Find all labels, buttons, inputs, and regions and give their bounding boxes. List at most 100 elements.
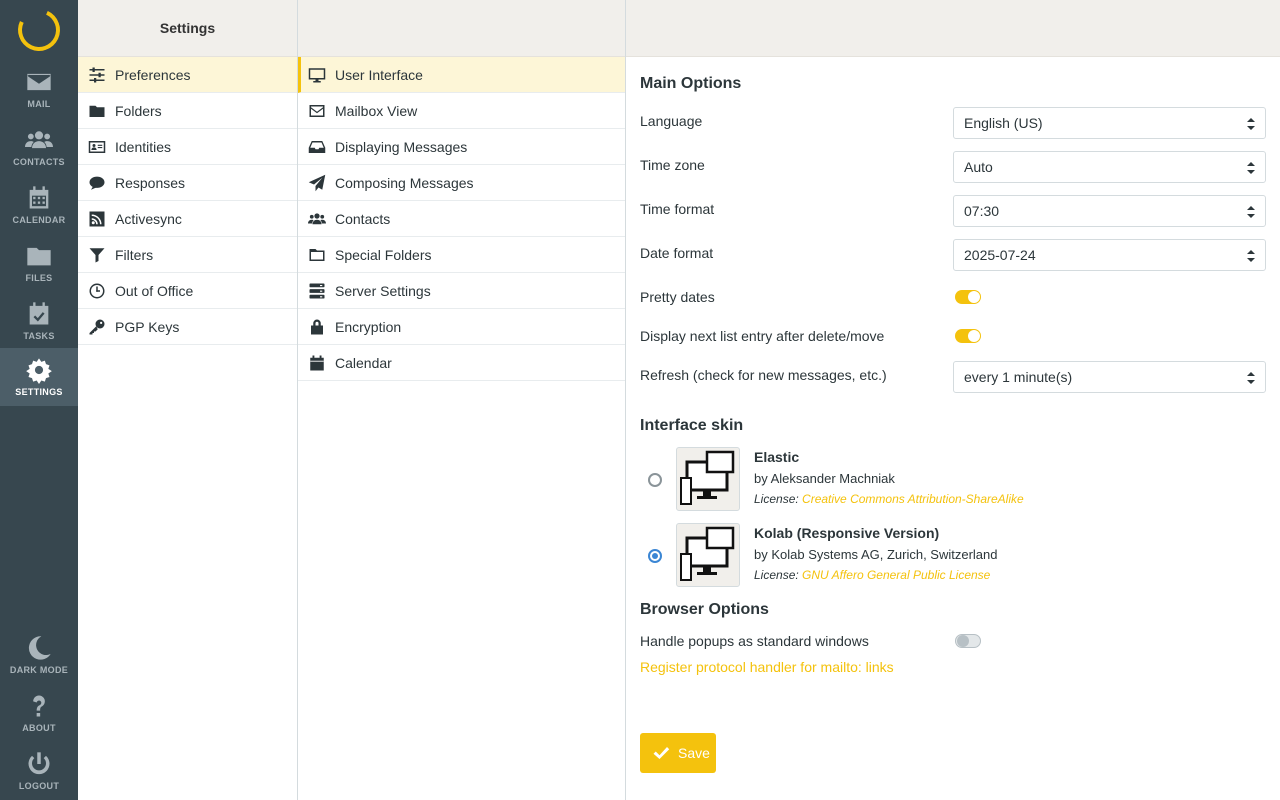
paper-plane-icon (308, 174, 326, 191)
settings-item-label: Folders (115, 102, 162, 119)
settings-header: Settings (78, 0, 297, 57)
rail-files[interactable]: FILES (0, 234, 78, 292)
envelope-icon (309, 104, 325, 117)
skin-thumbnail-kolab[interactable] (676, 523, 740, 587)
rail-dark-mode[interactable]: DARK MODE (0, 626, 78, 684)
skin-preview-icon (680, 450, 735, 505)
rail-label: MAIL (27, 99, 51, 109)
skin-preview-icon (680, 526, 735, 581)
rail-label: LOGOUT (18, 781, 60, 791)
rail-label: CALENDAR (12, 215, 66, 225)
moon-icon (28, 636, 51, 660)
rail-settings[interactable]: SETTINGS (0, 348, 78, 406)
calendar-icon (29, 186, 49, 209)
mail-icon (27, 73, 51, 91)
rail-logout[interactable]: LOGOUT (0, 742, 78, 800)
settings-item-activesync[interactable]: Activesync (78, 201, 297, 237)
comment-icon (89, 176, 105, 190)
section-mailbox-view[interactable]: Mailbox View (298, 93, 625, 129)
language-label: Language (640, 113, 703, 129)
pretty-dates-toggle[interactable] (955, 289, 981, 304)
select-arrows-icon (1247, 372, 1255, 384)
logo-ring (12, 3, 66, 57)
rail-label: TASKS (23, 331, 55, 341)
skin-thumbnail-elastic[interactable] (676, 447, 740, 511)
rail-mail[interactable]: MAIL (0, 60, 78, 118)
skin-radio-kolab[interactable] (648, 549, 662, 563)
skin-author: by Kolab Systems AG, Zurich, Switzerland (754, 547, 998, 562)
settings-item-label: Out of Office (115, 282, 194, 299)
browser-options-title: Browser Options (640, 601, 769, 618)
settings-item-responses[interactable]: Responses (78, 165, 297, 201)
popups-label: Handle popups as standard windows (640, 633, 869, 649)
section-contacts[interactable]: Contacts (298, 201, 625, 237)
popups-toggle[interactable] (955, 634, 981, 648)
interface-skin-title: Interface skin (640, 417, 744, 434)
monitor-icon (308, 67, 326, 82)
sections-header (298, 0, 625, 57)
settings-item-preferences[interactable]: Preferences (78, 57, 297, 93)
tasks-icon (29, 302, 49, 325)
settings-item-label: Activesync (115, 210, 182, 227)
section-special-folders[interactable]: Special Folders (298, 237, 625, 273)
skin-option-elastic: Elastic by Aleksander Machniak License: … (640, 447, 1266, 523)
settings-item-folders[interactable]: Folders (78, 93, 297, 129)
settings-list-panel: Settings Preferences Folders Identities … (78, 0, 298, 800)
skin-name: Elastic (754, 449, 800, 465)
section-encryption[interactable]: Encryption (298, 309, 625, 345)
section-label: Calendar (335, 354, 392, 371)
form-header (626, 0, 1280, 57)
settings-item-out-of-office[interactable]: Out of Office (78, 273, 297, 309)
app-logo[interactable] (0, 0, 78, 60)
section-label: Composing Messages (335, 174, 474, 191)
contacts-icon (25, 131, 53, 149)
rail-calendar[interactable]: CALENDAR (0, 176, 78, 234)
main-options-title: Main Options (640, 75, 742, 92)
date-format-row: Date format 2025-07-24 (640, 233, 1266, 277)
question-icon (33, 695, 45, 717)
section-label: Contacts (335, 210, 391, 227)
settings-item-filters[interactable]: Filters (78, 237, 297, 273)
save-button[interactable]: Save (640, 733, 716, 773)
skin-name: Kolab (Responsive Version) (754, 525, 940, 541)
next-entry-toggle[interactable] (955, 328, 981, 343)
section-composing-messages[interactable]: Composing Messages (298, 165, 625, 201)
refresh-value: every 1 minute(s) (964, 369, 1073, 385)
skin-radio-elastic[interactable] (648, 473, 662, 487)
rss-icon (89, 211, 105, 226)
key-icon (89, 319, 105, 334)
section-server-settings[interactable]: Server Settings (298, 273, 625, 309)
date-format-label: Date format (640, 245, 714, 261)
app-rail: MAIL CONTACTS CALENDAR FILES TASKS SETTI… (0, 0, 78, 800)
rail-contacts[interactable]: CONTACTS (0, 118, 78, 176)
settings-item-label: Preferences (115, 66, 191, 83)
refresh-select[interactable]: every 1 minute(s) (953, 361, 1266, 393)
section-displaying-messages[interactable]: Displaying Messages (298, 129, 625, 165)
section-label: Special Folders (335, 246, 432, 263)
section-calendar[interactable]: Calendar (298, 345, 625, 381)
skin-license-link[interactable]: GNU Affero General Public License (802, 568, 990, 582)
rail-tasks[interactable]: TASKS (0, 292, 78, 350)
section-user-interface[interactable]: User Interface (298, 57, 625, 93)
power-icon (28, 752, 50, 775)
rail-about[interactable]: ABOUT (0, 684, 78, 742)
timezone-select[interactable]: Auto (953, 151, 1266, 183)
time-format-select[interactable]: 07:30 (953, 195, 1266, 227)
section-label: Displaying Messages (335, 138, 468, 155)
select-arrows-icon (1247, 206, 1255, 218)
section-label: Mailbox View (335, 102, 418, 119)
clock-icon (89, 283, 105, 298)
register-protocol-link[interactable]: Register protocol handler for mailto: li… (640, 659, 894, 675)
id-card-icon (88, 140, 106, 153)
timezone-row: Time zone Auto (640, 145, 1266, 189)
date-format-select[interactable]: 2025-07-24 (953, 239, 1266, 271)
time-format-value: 07:30 (964, 203, 1000, 219)
settings-item-pgp-keys[interactable]: PGP Keys (78, 309, 297, 345)
sliders-icon (89, 67, 105, 82)
skin-license-link[interactable]: Creative Commons Attribution-ShareAlike (802, 492, 1024, 506)
language-value: English (US) (964, 115, 1043, 131)
settings-item-identities[interactable]: Identities (78, 129, 297, 165)
skin-option-kolab: Kolab (Responsive Version) by Kolab Syst… (640, 523, 1266, 599)
skin-author: by Aleksander Machniak (754, 471, 895, 486)
language-select[interactable]: English (US) (953, 107, 1266, 139)
